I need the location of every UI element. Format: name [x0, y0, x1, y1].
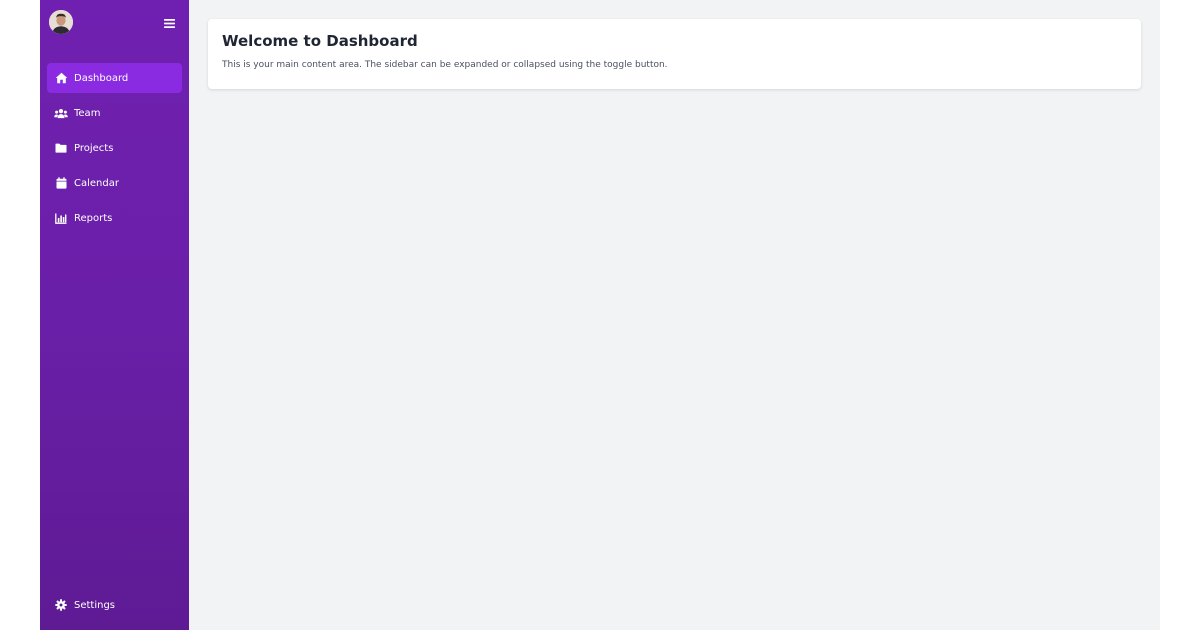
sidebar-item-label: Reports — [74, 212, 113, 224]
sidebar-header — [40, 0, 189, 44]
calendar-icon — [54, 176, 68, 190]
sidebar-item-projects[interactable]: Projects — [47, 133, 182, 163]
home-icon — [54, 71, 68, 85]
settings-label: Settings — [74, 599, 116, 611]
sidebar-item-team[interactable]: Team — [47, 98, 182, 128]
sidebar-item-label: Dashboard — [74, 72, 129, 84]
main-content: Welcome to Dashboard This is your main c… — [189, 0, 1160, 630]
sidebar-item-label: Calendar — [74, 177, 119, 189]
sidebar-item-dashboard[interactable]: Dashboard — [47, 63, 182, 93]
sidebar: Dashboard Team Projects Calendar Reports… — [40, 0, 189, 630]
sidebar-item-reports[interactable]: Reports — [47, 203, 182, 233]
users-icon — [54, 106, 68, 120]
sidebar-item-calendar[interactable]: Calendar — [47, 168, 182, 198]
avatar[interactable] — [49, 10, 73, 34]
gear-icon — [54, 598, 68, 612]
settings-button[interactable]: Settings — [54, 598, 115, 612]
page-description: This is your main content area. The side… — [222, 60, 668, 70]
hamburger-icon — [164, 19, 175, 28]
sidebar-item-label: Projects — [74, 142, 114, 154]
sidebar-toggle-button[interactable] — [163, 15, 176, 28]
welcome-card: Welcome to Dashboard This is your main c… — [208, 19, 1141, 89]
sidebar-item-label: Team — [74, 107, 101, 119]
chart-icon — [54, 211, 68, 225]
page-title: Welcome to Dashboard — [222, 32, 418, 50]
sidebar-nav: Dashboard Team Projects Calendar Reports — [47, 63, 182, 238]
folder-icon — [54, 141, 68, 155]
user-avatar-icon — [49, 10, 73, 34]
app-window: Dashboard Team Projects Calendar Reports… — [40, 0, 1160, 630]
